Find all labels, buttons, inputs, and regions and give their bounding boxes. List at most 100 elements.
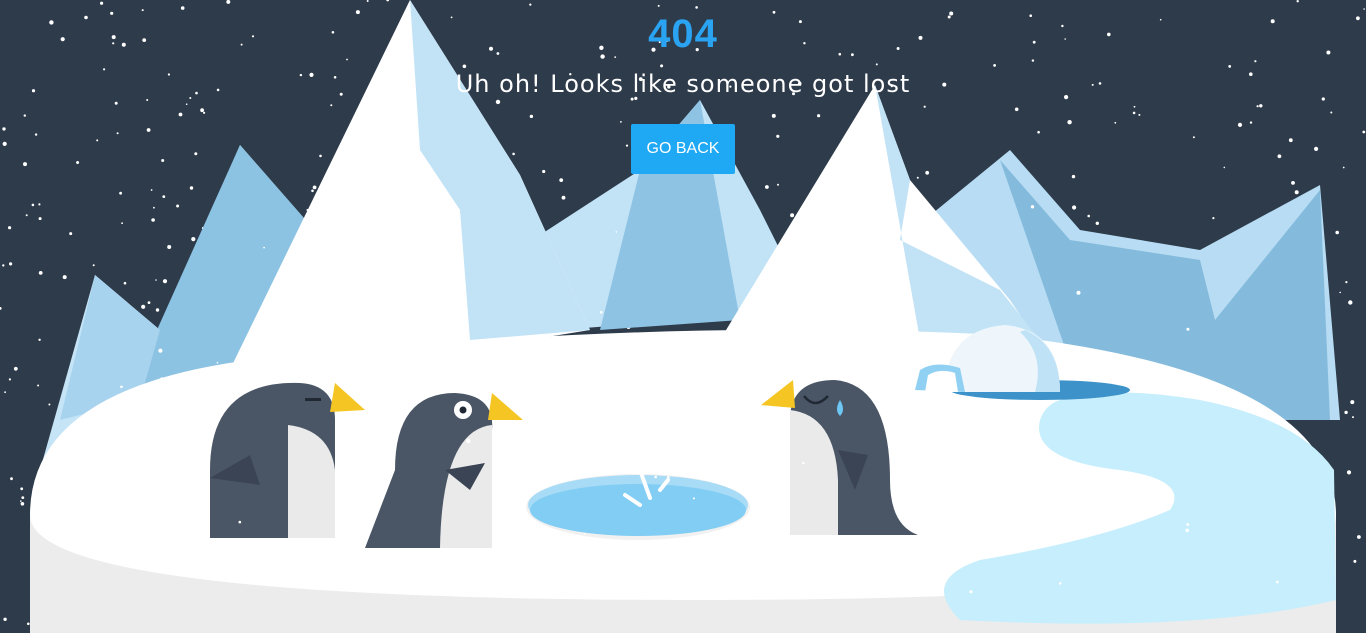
snowflake (1363, 8, 1365, 10)
snowflake (1249, 121, 1253, 124)
snowflake (216, 361, 219, 364)
snowflake (1212, 217, 1215, 220)
snowflake (38, 203, 41, 206)
snowflake (765, 185, 769, 189)
snowflake (654, 475, 657, 479)
snowflake (23, 162, 27, 167)
snowflake (1357, 535, 1361, 539)
snowflake (776, 134, 780, 138)
snowflake (23, 114, 26, 117)
snowflake (176, 204, 180, 208)
snowflake (536, 340, 539, 344)
snowflake (916, 176, 919, 179)
snowflake (809, 212, 814, 217)
snowflake (625, 144, 629, 147)
snowflake (660, 64, 664, 68)
snowflake (1288, 138, 1293, 143)
snowflake (1071, 174, 1076, 179)
snowflake (2, 127, 6, 131)
snowflake (62, 275, 67, 280)
snowflake (620, 121, 622, 123)
snowflake (771, 113, 776, 118)
snowflake (372, 225, 376, 228)
snowflake (155, 279, 157, 281)
snowflake (969, 590, 973, 594)
snowflake (311, 189, 314, 193)
snowflake (561, 195, 566, 200)
snowflake (572, 542, 577, 546)
snowflake (1126, 370, 1131, 375)
snowflake (4, 391, 6, 394)
snowflake (114, 101, 118, 105)
snowflake (180, 6, 185, 10)
snowflake (1330, 111, 1333, 114)
go-back-button[interactable]: GO BACK (631, 124, 735, 174)
snowflake (1067, 120, 1072, 125)
snowflake (726, 452, 730, 457)
snowflake (1353, 559, 1357, 563)
snowflake (393, 62, 398, 67)
snowflake (151, 218, 155, 222)
snowflake (141, 304, 146, 309)
snowflake (1133, 105, 1136, 108)
snowflake (1186, 523, 1190, 526)
snowflake (1291, 181, 1295, 185)
snowflake (20, 487, 24, 491)
snowflake (658, 351, 661, 354)
snowflake (203, 111, 206, 114)
snowflake (777, 183, 779, 186)
snowflake (512, 152, 515, 156)
snowflake (1277, 154, 1282, 159)
snowflake (346, 58, 348, 61)
snowflake (330, 104, 333, 107)
snowflake (2, 141, 7, 146)
snowflake (92, 264, 95, 267)
snowflake (421, 282, 424, 285)
snowflake (1348, 300, 1353, 305)
snowflake (150, 189, 153, 191)
snowflake (369, 265, 373, 269)
snowflake (583, 532, 586, 535)
snowflake (319, 154, 322, 158)
snowflake (146, 128, 151, 132)
snowflake (1237, 122, 1243, 127)
snowflake (993, 64, 996, 67)
snowflake (1014, 107, 1019, 112)
snowflake (1335, 230, 1339, 235)
snowflake (37, 384, 40, 387)
snowflake (162, 279, 168, 284)
snowflake (877, 280, 880, 284)
snowflake (263, 246, 265, 249)
snowflake (10, 477, 13, 481)
snowflake (164, 462, 168, 466)
snowflake (1030, 205, 1035, 209)
snowflake (2, 264, 5, 267)
snowflake (666, 476, 670, 479)
snowflake (613, 593, 616, 595)
snowflake (976, 522, 980, 527)
snowflake (1294, 190, 1299, 195)
snowflake (657, 4, 660, 7)
snowflake (1186, 327, 1190, 331)
snowflake (943, 503, 947, 507)
snowflake (120, 385, 123, 389)
snowflake (1228, 65, 1232, 68)
snowflake (38, 271, 43, 275)
snowflake (1138, 113, 1141, 116)
snowflake (238, 520, 242, 524)
snowflake (1031, 59, 1035, 62)
snowflake (1346, 470, 1352, 475)
snowflake (8, 226, 12, 230)
snowflake (674, 344, 679, 349)
snowflake (9, 262, 13, 266)
snowflake (153, 206, 155, 209)
snowflake (1095, 221, 1100, 225)
snowflake (160, 377, 164, 381)
snowflake (1114, 121, 1117, 124)
snowflake (529, 114, 534, 119)
snowflake (466, 438, 471, 444)
snowflake (1185, 528, 1189, 533)
snowflake (1087, 214, 1090, 218)
snowflake (146, 99, 149, 101)
snowflake (1256, 105, 1259, 108)
